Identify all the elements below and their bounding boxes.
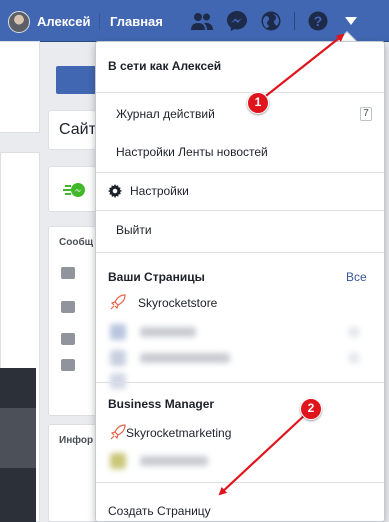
- menu-item-label: Настройки Ленты новостей: [116, 145, 268, 159]
- divider: [96, 172, 384, 173]
- menu-item-label: Настройки: [130, 184, 189, 198]
- avatar: [110, 453, 126, 469]
- search-stub-text: Сайт: [59, 121, 96, 138]
- messenger-icon[interactable]: [225, 10, 249, 32]
- notification-dot: [348, 326, 360, 338]
- avatar: [110, 324, 126, 340]
- count-badge: 7: [360, 107, 372, 121]
- home-link[interactable]: Главная: [110, 14, 163, 29]
- primary-button[interactable]: [56, 66, 96, 94]
- notification-dot: [348, 352, 360, 364]
- step-badge-2: 2: [300, 398, 322, 420]
- friends-icon[interactable]: [190, 10, 214, 32]
- divider: [96, 252, 384, 253]
- card-title: Сообщ: [59, 237, 94, 248]
- svg-text:?: ?: [314, 13, 323, 29]
- create-page-link[interactable]: Создать Страницу: [108, 504, 211, 518]
- page-item-skyrocketmarketing[interactable]: Skyrocketmarketing: [96, 420, 384, 444]
- menu-item-label: Журнал действий: [116, 107, 215, 121]
- divider: [99, 13, 100, 30]
- divider: [294, 12, 295, 30]
- rocket-icon: [110, 294, 126, 310]
- menu-item-settings[interactable]: Настройки: [96, 176, 384, 206]
- globe-icon[interactable]: [259, 10, 283, 32]
- menu-item-activity-log[interactable]: Журнал действий 7: [96, 99, 384, 129]
- logged-in-as-header: В сети как Алексей: [108, 59, 222, 73]
- divider: [96, 382, 384, 383]
- divider: [96, 92, 384, 93]
- avatar: [110, 350, 126, 366]
- profile-name-link[interactable]: Алексей: [37, 14, 91, 29]
- feed-composer-card: [0, 41, 40, 133]
- page-item-skyrocketstore[interactable]: Skyrocketstore: [96, 290, 384, 314]
- see-all-pages-link[interactable]: Все: [346, 270, 367, 284]
- messenger-icon: [63, 183, 85, 197]
- avatar: [110, 373, 126, 389]
- top-navigation-bar: Алексей Главная ?: [0, 0, 389, 42]
- page-name: Skyrocketstore: [138, 296, 218, 310]
- page-item-blurred[interactable]: [110, 372, 360, 390]
- menu-item-logout[interactable]: Выйти: [96, 215, 384, 245]
- your-pages-heading: Ваши Страницы: [108, 270, 205, 284]
- menu-item-label: Выйти: [116, 223, 152, 237]
- rss-icon: [61, 333, 75, 345]
- redacted-text: [140, 353, 230, 363]
- avatar[interactable]: [8, 11, 30, 33]
- page-name: Skyrocketmarketing: [126, 426, 232, 440]
- caret-down-icon[interactable]: [339, 10, 363, 32]
- friends-icon: [61, 267, 75, 279]
- post-image: [0, 368, 36, 522]
- gear-icon: [108, 184, 122, 198]
- page-item-blurred[interactable]: [110, 349, 360, 367]
- friends-icon: [61, 359, 75, 371]
- page-item-blurred[interactable]: [110, 323, 360, 341]
- divider: [96, 482, 384, 483]
- step-badge-1: 1: [247, 92, 269, 114]
- like-icon: [61, 301, 75, 313]
- divider: [96, 210, 384, 211]
- help-icon[interactable]: ?: [306, 10, 330, 32]
- business-manager-heading: Business Manager: [108, 397, 215, 411]
- page-item-blurred[interactable]: [110, 452, 360, 470]
- menu-item-news-feed-preferences[interactable]: Настройки Ленты новостей: [96, 137, 384, 167]
- rocket-icon: [110, 424, 126, 440]
- card-title: Инфор: [59, 435, 94, 446]
- account-dropdown-menu: В сети как Алексей Журнал действий 7 Нас…: [95, 41, 385, 522]
- redacted-text: [140, 327, 196, 337]
- redacted-text: [140, 456, 208, 466]
